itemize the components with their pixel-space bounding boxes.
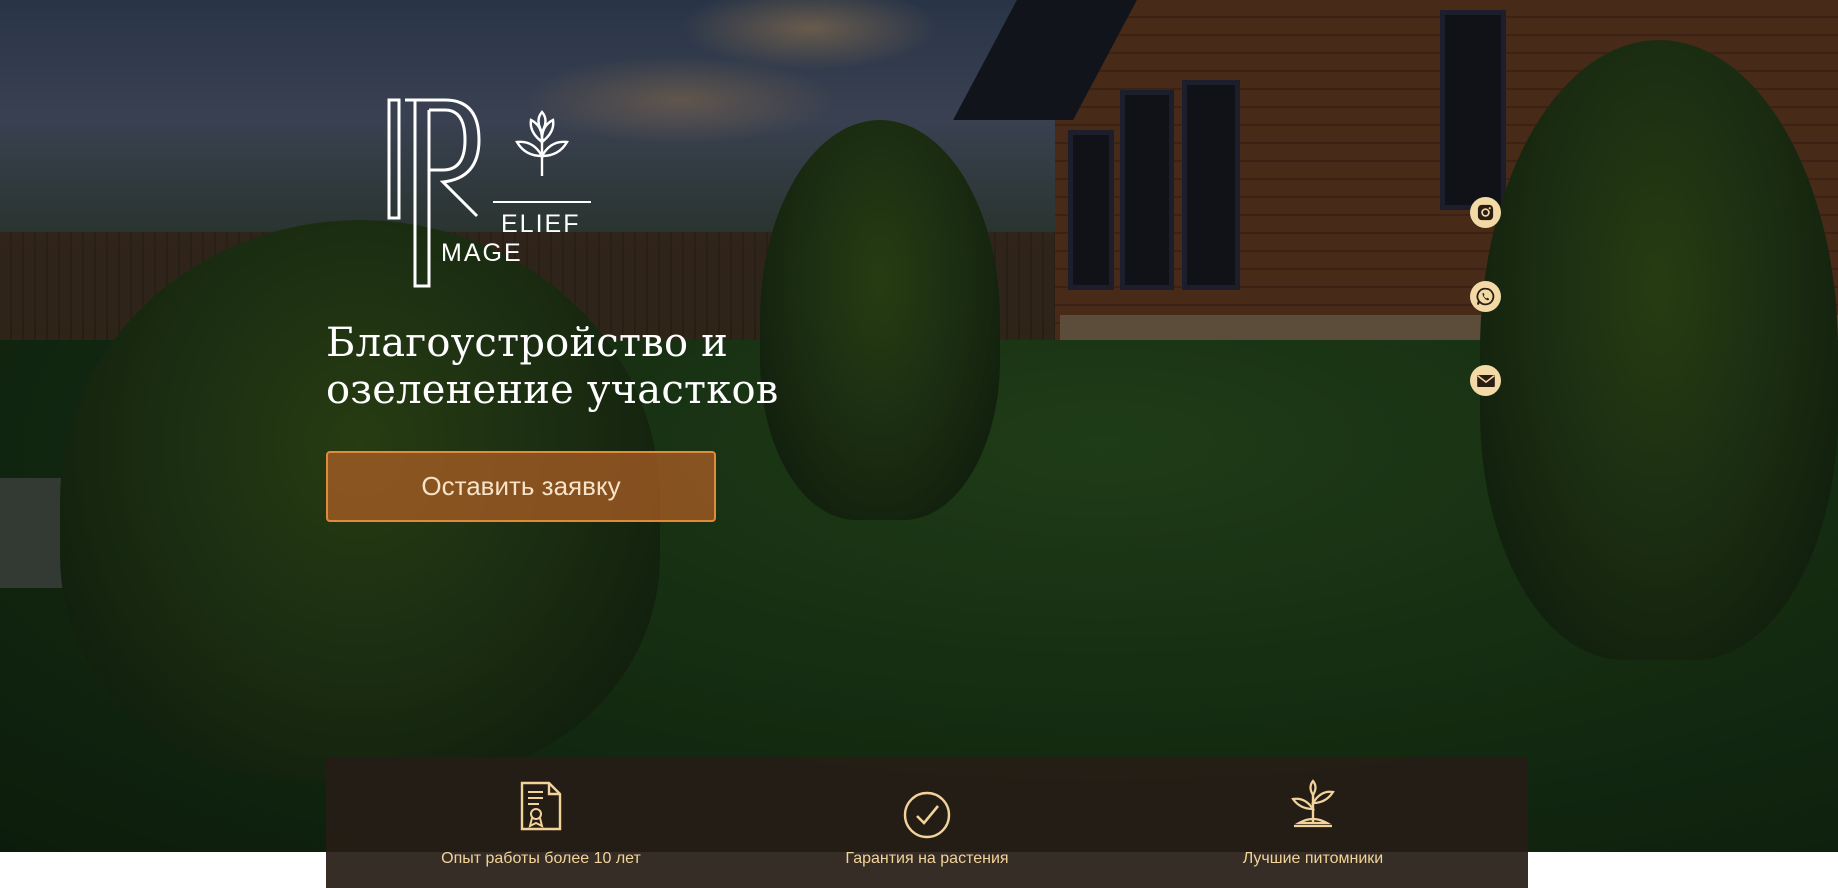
mail-icon — [1476, 374, 1495, 387]
whatsapp-link[interactable] — [1470, 281, 1501, 312]
svg-text:MAGE: MAGE — [441, 239, 523, 267]
hero-background — [0, 0, 1838, 852]
feature-label: Опыт работы более 10 лет — [441, 850, 641, 867]
features-bar: Опыт работы более 10 лет Гарантия на рас… — [326, 757, 1528, 888]
svg-text:ELIEF: ELIEF — [501, 210, 580, 238]
instagram-link[interactable] — [1470, 197, 1501, 228]
request-button[interactable]: Оставить заявку — [326, 451, 716, 522]
feature-experience: Опыт работы более 10 лет — [376, 757, 706, 888]
instagram-icon — [1477, 204, 1494, 221]
feature-guarantee: Гарантия на растения — [762, 757, 1092, 888]
certificate-icon — [520, 781, 562, 831]
hero-headline: Благоустройство и озеленение участков — [326, 320, 779, 413]
relief-image-logo: ELIEF MAGE — [387, 98, 591, 288]
feature-nurseries: Лучшие питомники — [1148, 757, 1478, 888]
leaf-icon — [515, 110, 569, 176]
hero-overlay — [0, 0, 1838, 852]
whatsapp-icon — [1476, 287, 1495, 306]
feature-label: Лучшие питомники — [1242, 850, 1384, 867]
sprout-icon — [1291, 779, 1335, 828]
feature-label: Гарантия на растения — [845, 850, 1009, 867]
check-circle-icon — [903, 791, 951, 839]
email-link[interactable] — [1470, 365, 1501, 396]
